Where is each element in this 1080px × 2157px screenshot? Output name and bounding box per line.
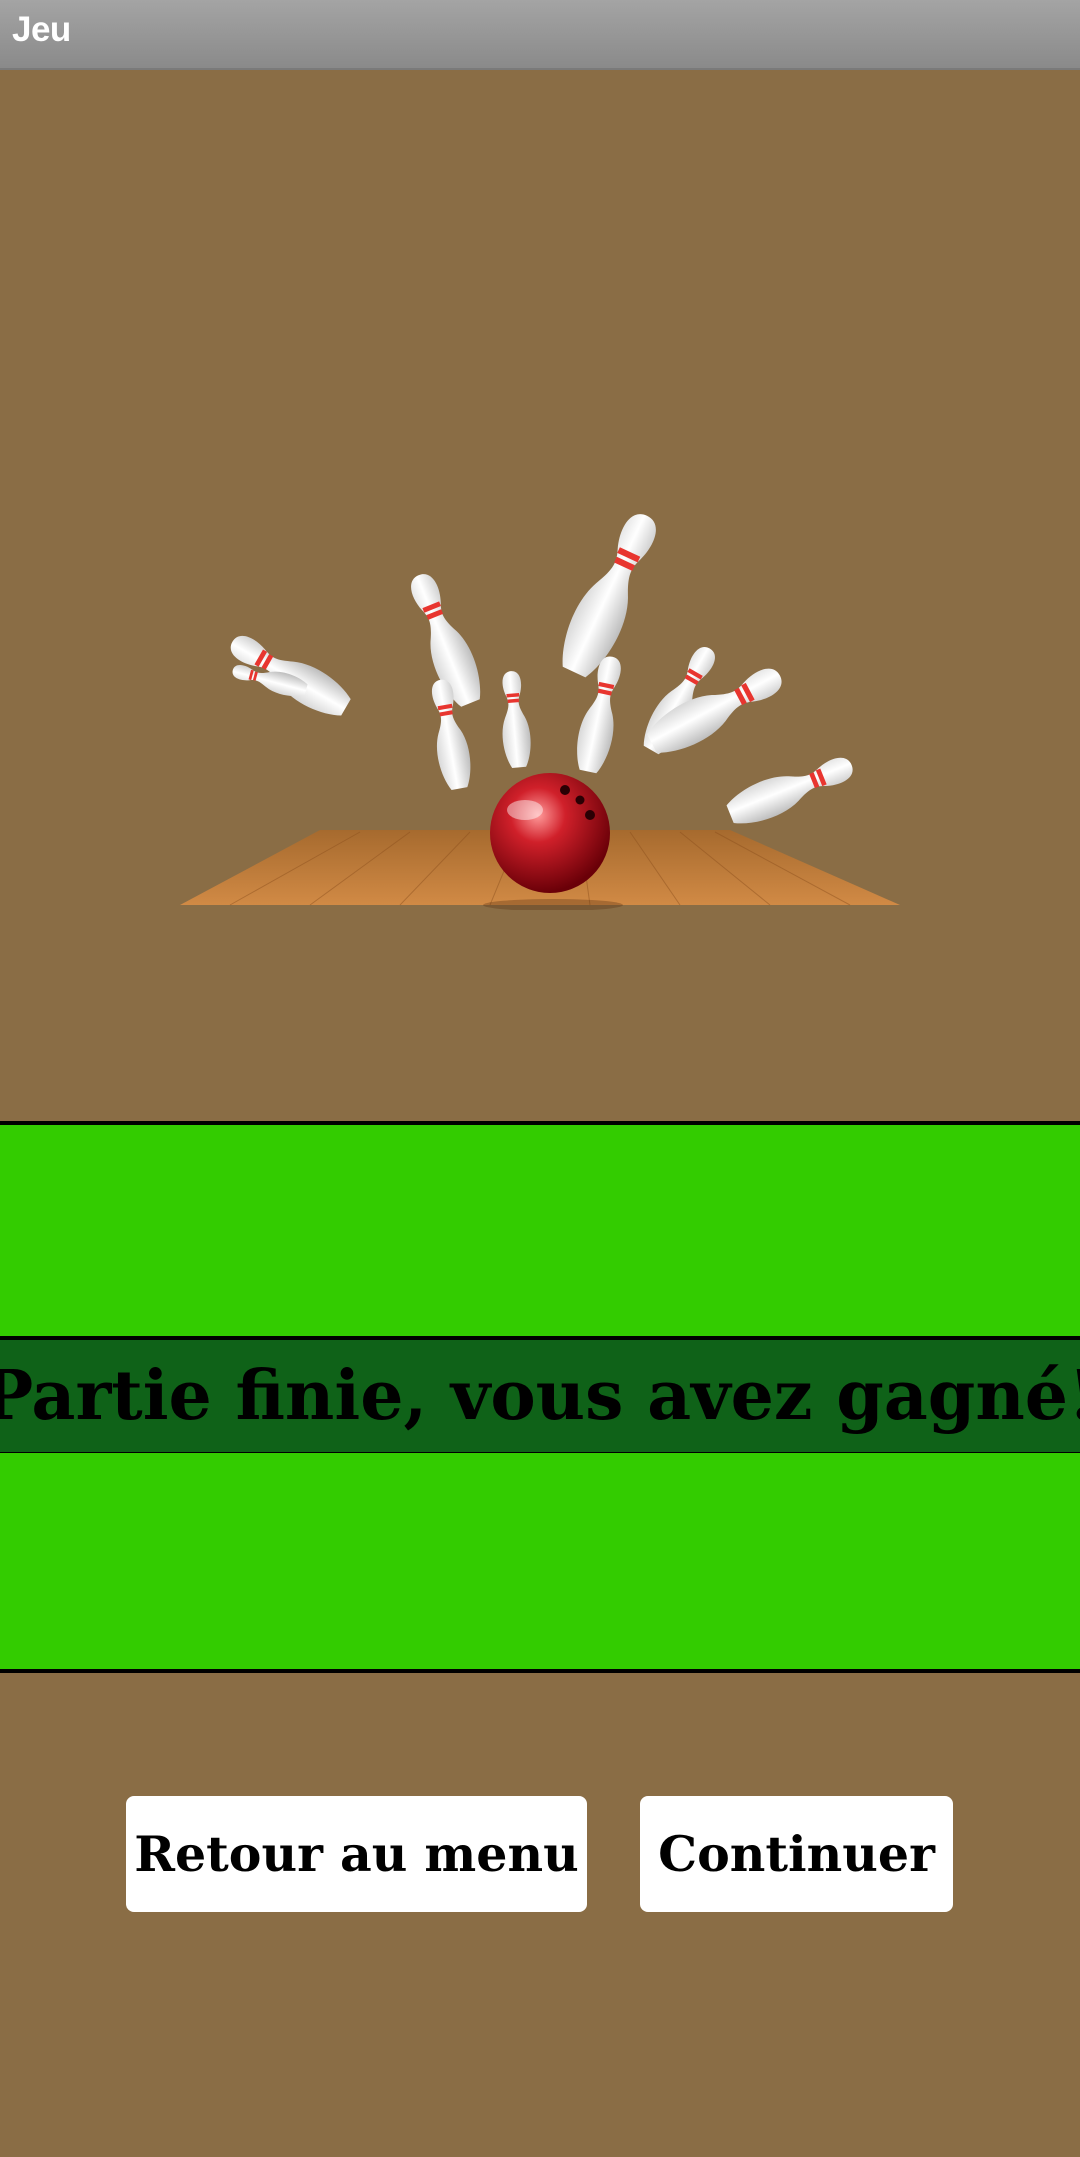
result-band-bottom xyxy=(0,1453,1080,1673)
result-band-top xyxy=(0,1121,1080,1341)
app-title: Jeu xyxy=(12,10,71,49)
bowling-ball xyxy=(490,773,610,893)
result-banner: Partie finie, vous avez gagné! xyxy=(0,1336,1080,1456)
result-message: Partie finie, vous avez gagné! xyxy=(0,1356,1080,1436)
title-bar: Jeu xyxy=(0,0,1080,70)
bowling-strike-illustration xyxy=(170,505,910,911)
continue-button[interactable]: Continuer xyxy=(640,1796,953,1912)
back-to-menu-button[interactable]: Retour au menu xyxy=(126,1796,587,1912)
